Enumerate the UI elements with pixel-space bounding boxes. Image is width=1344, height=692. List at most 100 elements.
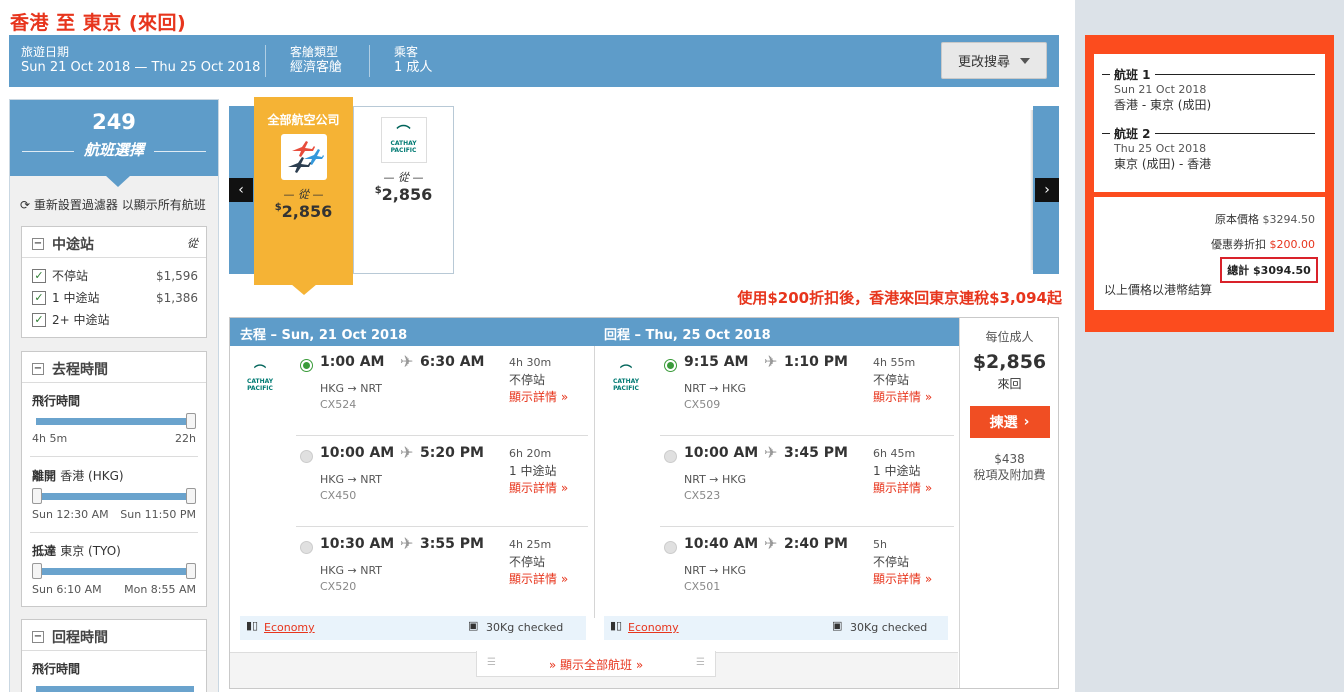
fare-class-link[interactable]: Economy: [264, 621, 315, 634]
page-title: 香港 至 東京 (來回): [10, 12, 187, 34]
reset-filters-link[interactable]: ⟳ 重新設置過濾器 以顯示所有航班: [20, 196, 206, 213]
outbound-time-label: 去程時間: [52, 362, 108, 378]
all-airlines-card[interactable]: 全部航空公司 — 從 — $2,856: [254, 97, 353, 285]
arrive-time: 3:55 PM: [420, 536, 484, 552]
flight-number: CX501: [684, 580, 721, 593]
chevron-left-icon[interactable]: ‹: [229, 178, 253, 202]
show-details-link[interactable]: 顯示詳情 »: [873, 570, 932, 587]
baggage-icon: ▣: [832, 619, 843, 632]
return-time-title[interactable]: − 回程時間: [32, 627, 108, 647]
flight-number: CX450: [320, 489, 357, 502]
return-header: 回程 – Thu, 25 Oct 2018: [594, 318, 959, 346]
divider: [22, 650, 206, 651]
travel-dates-label: 旅遊日期: [21, 45, 70, 59]
currency-note: 以上價格以港幣結算: [1104, 283, 1213, 297]
chevron-down-icon: »: [560, 572, 569, 586]
return-time-label: 回程時間: [52, 630, 108, 646]
chevron-down-icon: »: [924, 390, 933, 404]
show-details-link[interactable]: 顯示詳情 »: [509, 570, 568, 587]
collapse-icon[interactable]: −: [32, 631, 44, 643]
radio-unselected[interactable]: [664, 450, 677, 463]
show-details-link[interactable]: 顯示詳情 »: [873, 388, 932, 405]
stops-option-label: 1 中途站: [52, 291, 100, 305]
duration-slider-label: 飛行時間: [32, 394, 81, 408]
header-pointer: [105, 175, 131, 187]
range-min: Sun 6:10 AM: [32, 583, 102, 596]
stops: 不停站: [509, 373, 546, 387]
chevron-right-icon: ›: [1023, 414, 1030, 430]
baggage-icon: ▣: [468, 619, 479, 632]
result-count-header: 249 航班選擇: [10, 100, 218, 176]
divider: [660, 435, 954, 436]
original-price: 原本價格 $3294.50: [1215, 213, 1315, 226]
search-summary-bar: 旅遊日期 Sun 21 Oct 2018 — Thu 25 Oct 2018 客…: [9, 35, 1059, 87]
from-label: — 從 —: [383, 171, 424, 184]
depart-slider[interactable]: [36, 493, 194, 500]
stops-option-one-stop[interactable]: ✓ 1 中途站 $1,386: [32, 289, 198, 306]
stops-option-price: $1,596: [156, 268, 198, 283]
slider-handle[interactable]: [32, 563, 42, 579]
seat-icon: ▮▯: [246, 619, 259, 632]
cabin-class: 客艙類型 經濟客艙: [290, 44, 342, 76]
radio-selected[interactable]: [664, 359, 677, 372]
stops: 1 中途站: [509, 464, 557, 478]
slider-handle[interactable]: [186, 563, 196, 579]
duration: 5h: [873, 538, 887, 551]
slider-handle[interactable]: [186, 488, 196, 504]
plane-icon: ✈: [400, 534, 414, 553]
divider: [22, 382, 206, 383]
range-max: 22h: [175, 432, 196, 445]
travel-dates: 旅遊日期 Sun 21 Oct 2018 — Thu 25 Oct 2018: [21, 44, 260, 76]
segment-route: 東京 (成田) - 香港: [1114, 157, 1212, 171]
stops-filter-title[interactable]: − 中途站: [32, 234, 94, 254]
chevron-right-icon[interactable]: ›: [1035, 178, 1059, 202]
collapse-icon[interactable]: −: [32, 238, 44, 250]
arrive-place: 東京 (TYO): [60, 544, 121, 558]
outbound-time-title[interactable]: − 去程時間: [32, 359, 108, 379]
arrive-slider[interactable]: [36, 568, 194, 575]
depart-range: Sun 12:30 AM Sun 11:50 PM: [32, 508, 196, 521]
show-details-link[interactable]: 顯示詳情 »: [873, 479, 932, 496]
radio-unselected[interactable]: [300, 450, 313, 463]
radio-selected[interactable]: [300, 359, 313, 372]
divider: [265, 45, 266, 77]
slider-handle[interactable]: [186, 413, 196, 429]
from-label: — 從 —: [283, 188, 324, 201]
reset-filters-label: 重新設置過濾器 以顯示所有航班: [33, 198, 206, 212]
radio-unselected[interactable]: [664, 541, 677, 554]
radio-unselected[interactable]: [300, 541, 313, 554]
collapse-icon[interactable]: −: [32, 363, 44, 375]
divider: [30, 456, 198, 457]
show-details-link[interactable]: 顯示詳情 »: [509, 388, 568, 405]
chevron-down-icon: [1020, 57, 1030, 64]
slider-handle[interactable]: [32, 488, 42, 504]
return-time-filter: − 回程時間 飛行時間: [21, 619, 207, 692]
checkbox-checked[interactable]: ✓: [32, 290, 46, 305]
modify-search-button[interactable]: 更改搜尋: [941, 42, 1047, 79]
segment-route: 香港 - 東京 (成田): [1114, 98, 1212, 112]
stops-option-two-plus[interactable]: ✓ 2+ 中途站: [32, 311, 198, 328]
stops-option-nonstop[interactable]: ✓ 不停站 $1,596: [32, 267, 198, 284]
brushwing-icon: ⌒: [253, 364, 266, 378]
passengers: 乘客 1 成人: [394, 44, 432, 76]
return-duration-slider[interactable]: [36, 686, 194, 692]
cathay-pacific-logo: ⌒ CATHAY PACIFIC: [600, 364, 652, 392]
show-details-link[interactable]: 顯示詳情 »: [509, 479, 568, 496]
checkbox-checked[interactable]: ✓: [32, 312, 46, 327]
show-all-flights-button[interactable]: ☰ » 顯示全部航班 » ☰: [476, 651, 716, 677]
flight-number: CX524: [320, 398, 357, 411]
plane-icon: ✈: [764, 352, 778, 371]
airline-card-cathay[interactable]: ⌒ CATHAY PACIFIC — 從 — $2,856: [353, 106, 454, 274]
chevron-down-icon: »: [635, 658, 644, 672]
planes-icon: [280, 134, 327, 180]
duration-slider[interactable]: [36, 418, 194, 425]
stops: 不停站: [873, 555, 910, 569]
brushwing-icon: ⌒: [619, 364, 632, 378]
travel-dates-value: Sun 21 Oct 2018 — Thu 25 Oct 2018: [21, 60, 261, 75]
grip-icon: ☰: [696, 657, 705, 668]
from-price-label: 從: [187, 237, 198, 250]
segment-date: Sun 21 Oct 2018: [1114, 83, 1207, 96]
select-flight-button[interactable]: 揀選 ›: [969, 406, 1050, 438]
checkbox-checked[interactable]: ✓: [32, 268, 46, 283]
fare-class-link[interactable]: Economy: [628, 621, 679, 634]
